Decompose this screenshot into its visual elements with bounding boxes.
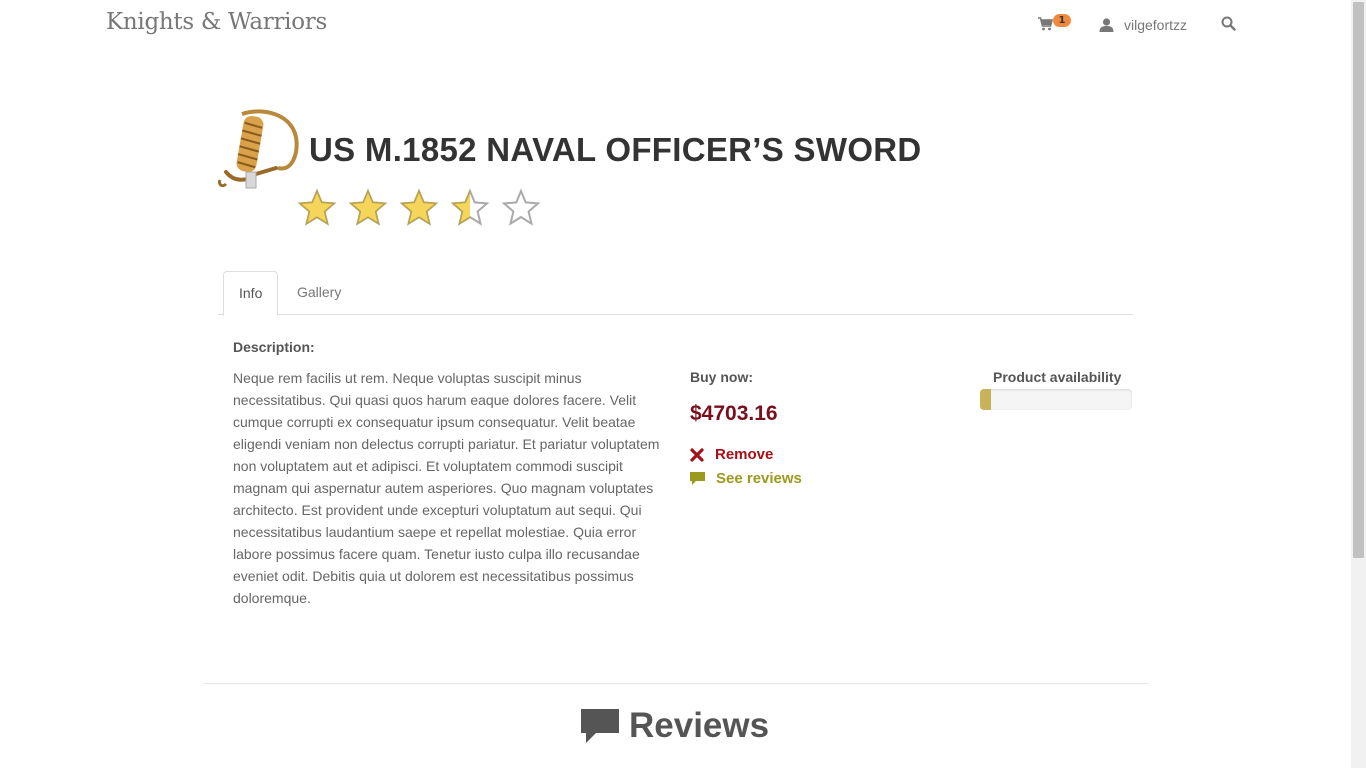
description-label: Description:: [233, 339, 315, 355]
star-half-icon: [450, 188, 490, 226]
star-full-icon: [297, 188, 337, 226]
brand-link[interactable]: Knights & Warriors: [106, 9, 327, 35]
star-full-icon: [348, 188, 388, 226]
buy-now-label: Buy now:: [690, 369, 753, 385]
search-icon: [1221, 16, 1236, 31]
user-icon: [1099, 18, 1114, 32]
username: vilgefortzz: [1124, 17, 1188, 33]
see-reviews-link[interactable]: See reviews: [690, 470, 802, 487]
tab-gallery[interactable]: Gallery: [282, 271, 356, 314]
tab-info[interactable]: Info: [223, 271, 279, 316]
cart-count-badge: 1: [1053, 14, 1071, 27]
comment-icon: [581, 709, 619, 743]
shopping-cart-icon: [1038, 17, 1053, 31]
star-empty-icon: [501, 188, 541, 226]
see-reviews-label: See reviews: [716, 470, 802, 487]
product-price: $4703.16: [690, 402, 778, 425]
remove-button[interactable]: Remove: [690, 446, 773, 463]
sword-image: [218, 109, 299, 189]
page-scrollbar[interactable]: [1351, 0, 1366, 768]
cart-button[interactable]: 1: [1036, 14, 1076, 36]
user-menu[interactable]: vilgefortzz: [1099, 14, 1187, 36]
scrollbar-thumb[interactable]: [1353, 2, 1364, 558]
availability-label: Product availability: [993, 369, 1122, 385]
section-divider: [203, 683, 1148, 684]
navbar: Knights & Warriors 1 vilgefortzz: [0, 0, 1351, 50]
comment-icon: [690, 471, 705, 485]
product-tabs: Info Gallery: [218, 271, 1133, 316]
remove-label: Remove: [715, 446, 774, 463]
rating-stars: [297, 188, 552, 228]
availability-progress-fill: [980, 389, 991, 410]
reviews-heading-text: Reviews: [629, 706, 770, 745]
close-icon: [690, 447, 704, 462]
description-text: Neque rem facilis ut rem. Neque voluptas…: [233, 370, 660, 606]
reviews-heading: Reviews: [581, 706, 769, 746]
availability-progress-bar: [980, 389, 1132, 410]
star-full-icon: [399, 188, 439, 226]
product-title: US M.1852 NAVAL OFFICER’S SWORD: [309, 131, 922, 168]
search-button[interactable]: [1221, 16, 1236, 35]
